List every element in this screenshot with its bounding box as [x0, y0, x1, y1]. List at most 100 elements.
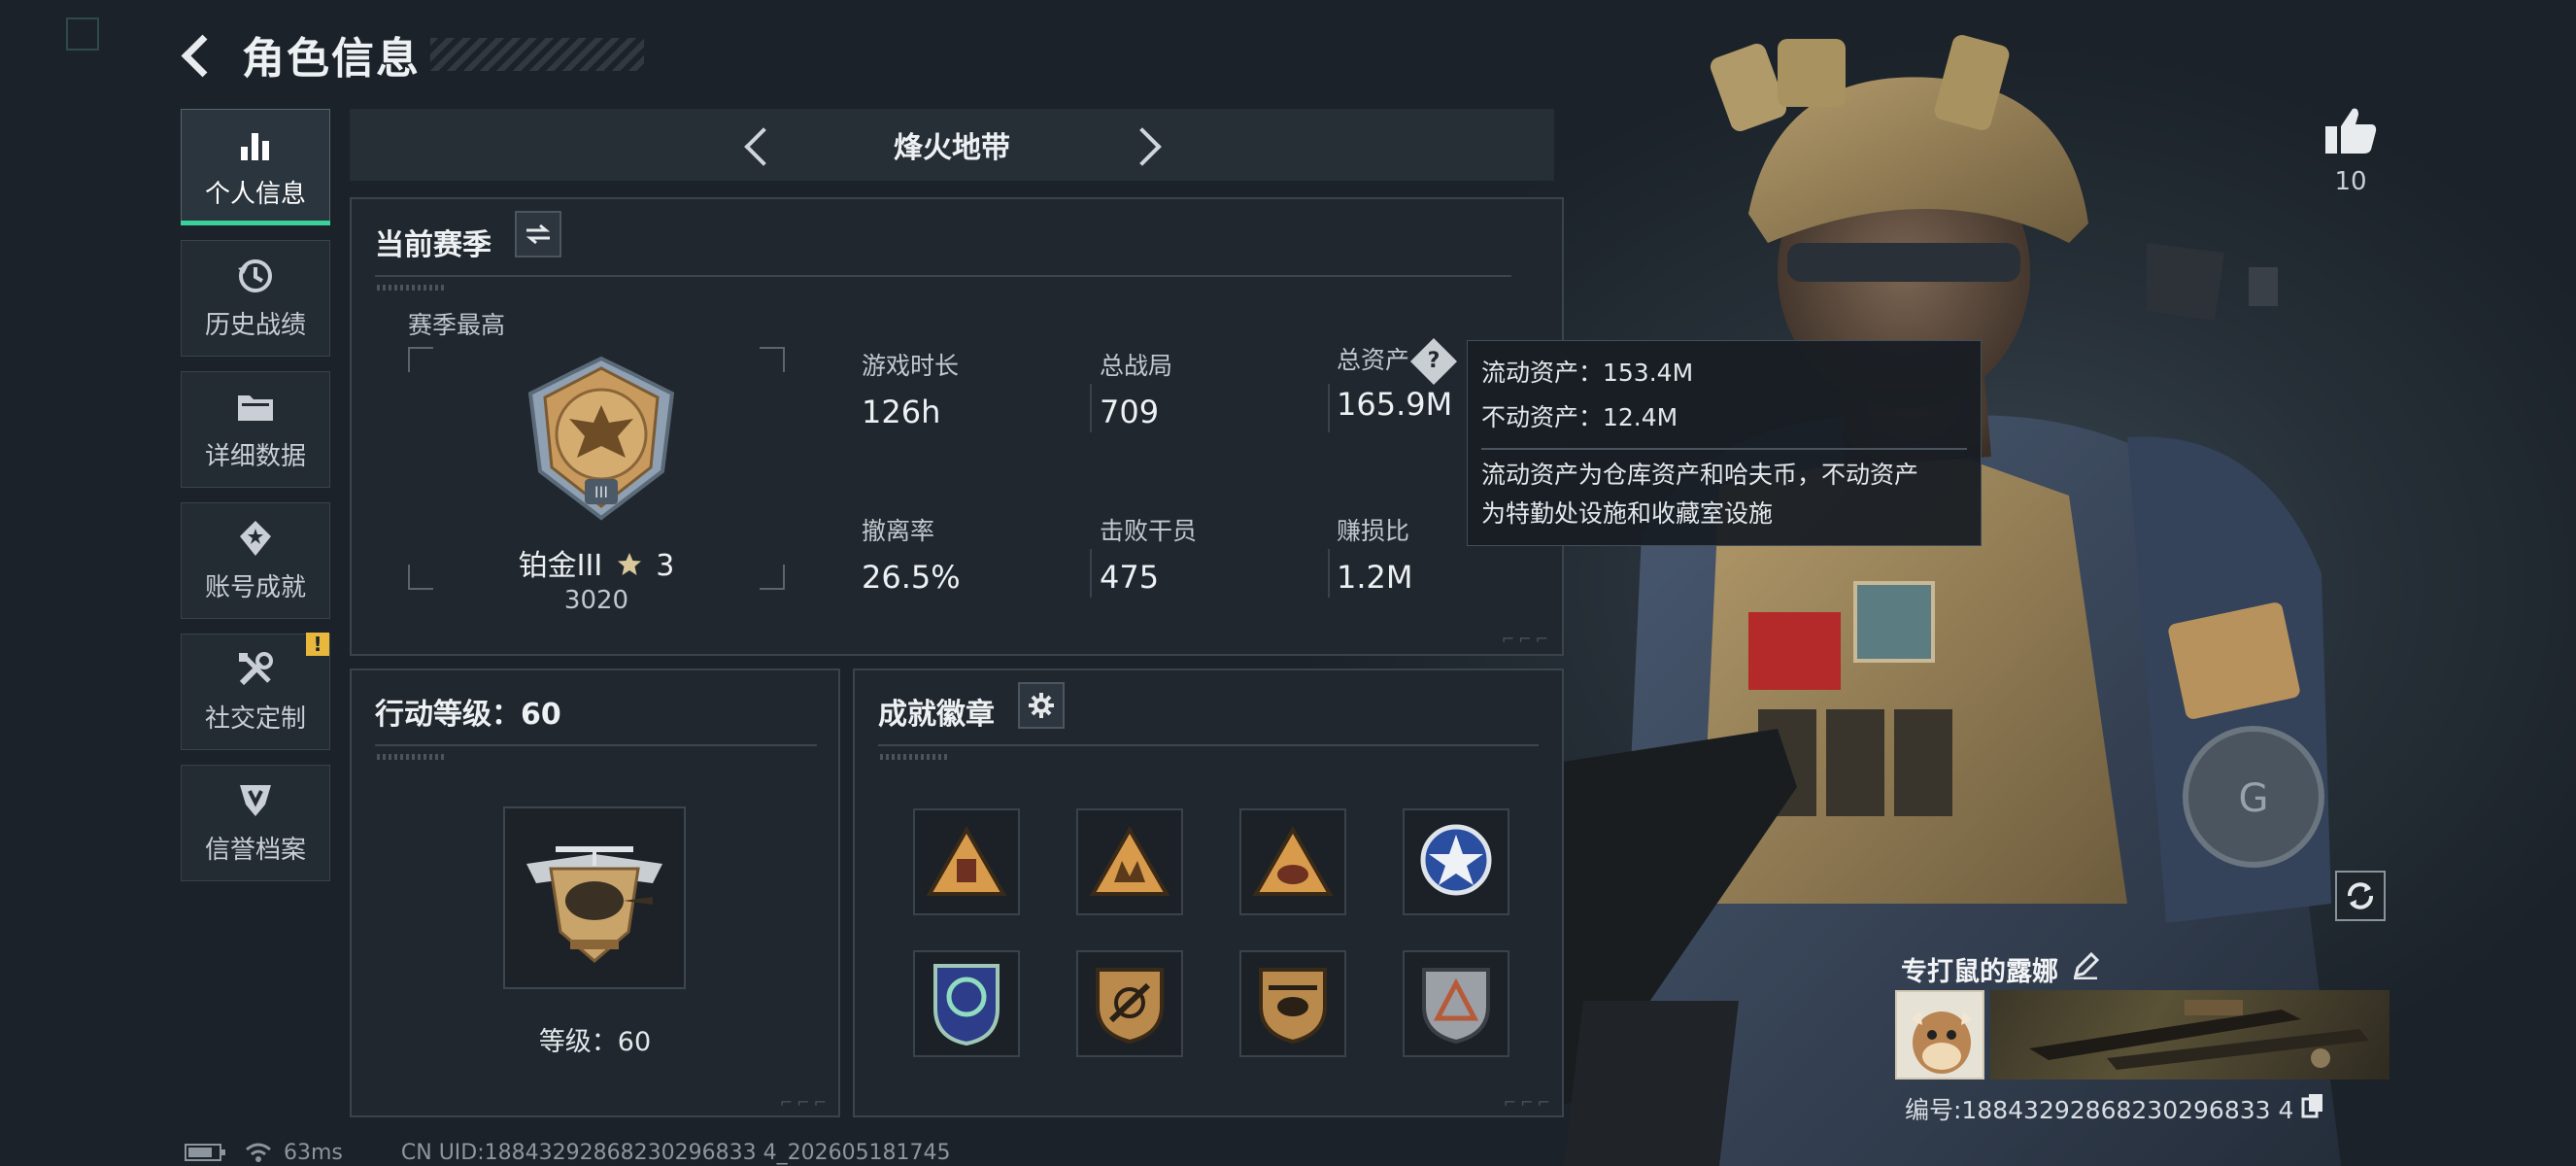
rank-emblem-icon: III: [527, 356, 675, 521]
stat-label: 赚损比: [1337, 517, 1410, 545]
shield-badge-icon: [933, 964, 1000, 1046]
rank-name: 铂金III 3: [408, 541, 785, 584]
player-id: 编号:18843292868230296833 4: [1905, 1096, 2294, 1124]
player-banner[interactable]: [1989, 990, 2390, 1080]
operation-level-panel: 行动等级：60 等级：60 ⌐⌐⌐: [350, 669, 840, 1117]
badges-title: 成就徽章: [878, 698, 995, 732]
credit-shield-icon: [236, 781, 275, 820]
sidebar-item-detailed-data[interactable]: 详细数据: [181, 371, 330, 488]
wifi-icon: [246, 1143, 271, 1162]
stat-operators-defeated: 击败干员 475: [1100, 512, 1197, 596]
mode-prev-button[interactable]: [729, 116, 787, 174]
stripe-deco: [377, 285, 445, 291]
history-icon: [236, 257, 275, 295]
stat-label: 总战局: [1100, 352, 1173, 380]
sidebar-item-social-custom[interactable]: ! 社交定制: [181, 633, 330, 750]
swap-icon: [525, 223, 551, 245]
corner-mark: [66, 17, 99, 51]
divider: [375, 744, 817, 746]
sidebar: 个人信息 历史战绩 详细数据 账号成就 ! 社交定制 信誉档案: [181, 109, 330, 896]
shield-badge-icon: [1096, 968, 1164, 1045]
tooltip-description-line1: 流动资产为仓库资产和哈夫币，不动资产: [1481, 461, 1919, 489]
player-card: 专打鼠的露娜 编号:18843292868230296833 4: [1889, 947, 2390, 1126]
stat-value: 165.9M: [1337, 386, 1453, 423]
stat-profit-loss: 赚损比 1.2M: [1337, 512, 1413, 596]
help-icon[interactable]: ?: [1409, 337, 1458, 386]
tooltip-fixed-assets: 不动资产：12.4M: [1481, 403, 1678, 431]
achievement-badge-8[interactable]: [1403, 950, 1509, 1057]
season-switch-button[interactable]: [515, 211, 561, 257]
player-name: 专打鼠的露娜: [1901, 956, 2058, 987]
avatar[interactable]: [1895, 990, 1984, 1080]
tooltip-divider: [1481, 448, 1967, 450]
page-header: 角色信息: [180, 27, 644, 84]
achievement-badge-6[interactable]: [1076, 950, 1183, 1057]
stat-label: 击败干员: [1100, 517, 1198, 545]
stat-separator: [1090, 384, 1092, 432]
folder-icon: [236, 388, 275, 427]
stat-extraction-rate: 撤离率 26.5%: [862, 512, 961, 596]
svg-text:III: III: [594, 483, 608, 501]
title-stripe: [430, 38, 644, 71]
corner-deco: ⌐⌐⌐: [1503, 1093, 1554, 1112]
sidebar-item-personal-info[interactable]: 个人信息: [181, 109, 330, 225]
stripe-deco: [880, 754, 948, 760]
sidebar-item-history[interactable]: 历史战绩: [181, 240, 330, 357]
edit-name-button[interactable]: [2072, 951, 2100, 986]
mode-next-button[interactable]: [1117, 116, 1175, 174]
mode-selector: 烽火地带: [350, 109, 1554, 181]
badge-settings-button[interactable]: [1018, 682, 1065, 729]
tooltip-description-line2: 为特勤处设施和收藏室设施: [1481, 499, 1774, 528]
stat-separator: [1328, 549, 1330, 598]
page-title: 角色信息: [242, 34, 421, 84]
copy-icon: [2301, 1094, 2323, 1118]
uid-text: CN UID:18843292868230296833 4_2026051817…: [400, 1140, 951, 1165]
copy-id-button[interactable]: [2301, 1093, 2324, 1124]
refresh-button[interactable]: [2335, 871, 2386, 921]
bar-chart-icon: [236, 125, 275, 164]
achievement-badge-4[interactable]: [1403, 808, 1509, 915]
achievement-badge-3[interactable]: [1239, 808, 1346, 915]
stat-value: 709: [1100, 394, 1160, 430]
sidebar-item-label: 个人信息: [204, 179, 306, 209]
shield-badge-icon: [1422, 968, 1490, 1045]
mode-title: 烽火地带: [894, 131, 1010, 165]
sidebar-item-credit-record[interactable]: 信誉档案: [181, 765, 330, 881]
achievement-badges-panel: 成就徽章 ⌐⌐⌐: [853, 669, 1564, 1117]
star-icon: [617, 553, 641, 575]
stat-value: 26.5%: [862, 559, 961, 596]
corner-deco: ⌐⌐⌐: [1501, 630, 1552, 648]
sidebar-item-label: 信誉档案: [204, 835, 306, 865]
tools-icon: [236, 650, 275, 689]
thumbs-up-icon: [2325, 108, 2377, 154]
achievement-badge-2[interactable]: [1076, 808, 1183, 915]
stat-playtime: 游戏时长 126h: [862, 347, 959, 430]
pencil-icon: [2073, 951, 2100, 979]
stat-label: 撤离率: [862, 517, 935, 545]
sidebar-item-label: 历史战绩: [204, 310, 306, 340]
achievement-icon: [236, 519, 275, 558]
assets-tooltip: 流动资产：153.4M 不动资产：12.4M 流动资产为仓库资产和哈夫币，不动资…: [1467, 340, 1982, 546]
rank-name-text: 铂金III: [518, 549, 603, 583]
stat-value: 475: [1100, 559, 1160, 596]
achievement-badge-1[interactable]: [913, 808, 1020, 915]
stat-value: 126h: [862, 394, 941, 430]
back-button[interactable]: [180, 33, 222, 76]
stat-label: 游戏时长: [862, 352, 960, 380]
level-emblem[interactable]: [503, 806, 686, 989]
gear-icon: [1029, 693, 1054, 718]
stat-label: 总资产: [1337, 346, 1410, 374]
weapon-banner-image: [2028, 1000, 2369, 1070]
season-panel: 当前赛季 赛季最高 III 铂金III 3 3020 游戏时长 126h 总战局: [350, 197, 1564, 656]
svg-text:G: G: [2239, 776, 2269, 821]
like-widget[interactable]: 10: [2317, 105, 2385, 196]
achievement-badge-7[interactable]: [1239, 950, 1346, 1057]
player-id-row: 编号:18843292868230296833 4: [1889, 1091, 2390, 1126]
helicopter-emblem-icon: [526, 846, 662, 963]
achievement-badge-5[interactable]: [913, 950, 1020, 1057]
rank-stars: 3: [656, 549, 675, 583]
tooltip-liquid-assets: 流动资产：153.4M: [1481, 359, 1694, 387]
sidebar-item-label: 详细数据: [204, 441, 306, 471]
sidebar-item-achievements[interactable]: 账号成就: [181, 502, 330, 619]
notification-badge: !: [306, 633, 329, 656]
